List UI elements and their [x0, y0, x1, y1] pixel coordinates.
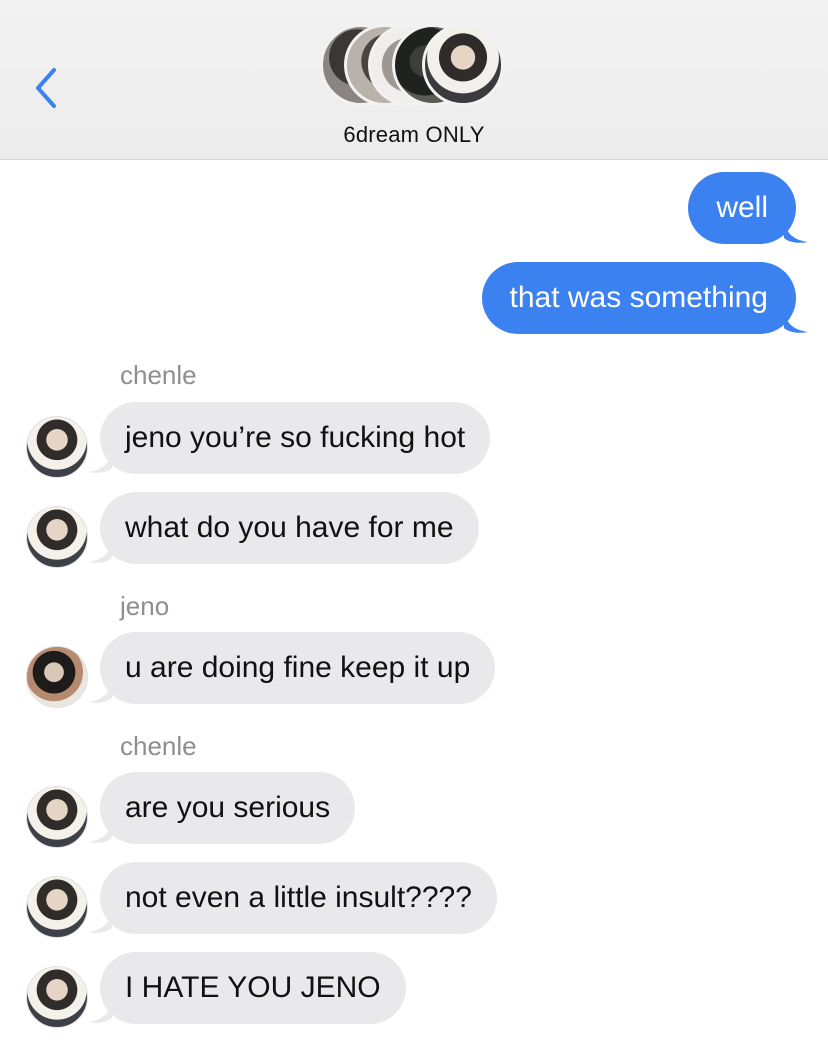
group-avatar-stack[interactable]	[320, 24, 510, 108]
incoming-message[interactable]: I HATE YOU JENO	[88, 952, 406, 1024]
group-title[interactable]: 6dream ONLY	[0, 122, 828, 148]
member-avatar	[422, 24, 504, 106]
message-text: u are doing fine keep it up	[125, 651, 471, 684]
incoming-message[interactable]: not even a little insult????	[88, 862, 497, 934]
message-text: what do you have for me	[125, 511, 454, 544]
message-text: that was something	[509, 281, 768, 314]
contact-avatar[interactable]	[26, 416, 88, 478]
message-text: not even a little insult????	[125, 881, 472, 914]
bubble-tail	[88, 680, 112, 703]
bubble-tail	[88, 450, 112, 473]
sender-name: chenle	[120, 360, 197, 390]
bubble-tail	[88, 910, 112, 933]
bubble-tail	[784, 220, 808, 243]
contact-avatar[interactable]	[26, 876, 88, 938]
message-text: are you serious	[125, 791, 331, 824]
contact-avatar[interactable]	[26, 646, 88, 708]
message-text: well	[716, 191, 768, 224]
chevron-left-icon	[36, 68, 56, 108]
incoming-message[interactable]: what do you have for me	[88, 492, 479, 564]
message-text: I HATE YOU JENO	[125, 971, 381, 1004]
conversation-header: 6dream ONLY	[0, 0, 828, 160]
back-button[interactable]	[30, 64, 66, 112]
outgoing-message[interactable]: well	[688, 172, 808, 244]
incoming-message[interactable]: u are doing fine keep it up	[88, 632, 496, 704]
contact-avatar[interactable]	[26, 506, 88, 568]
sender-name: chenle	[120, 731, 197, 761]
bubble-tail	[88, 540, 112, 563]
bubble-tail	[784, 310, 808, 333]
incoming-message[interactable]: jeno you’re so fucking hot	[88, 402, 491, 474]
contact-avatar[interactable]	[26, 966, 88, 1028]
sender-name: jeno	[120, 591, 170, 621]
contact-avatar[interactable]	[26, 786, 88, 848]
bubble-tail	[88, 1000, 112, 1023]
incoming-message[interactable]: are you serious	[88, 772, 356, 844]
bubble-tail	[88, 820, 112, 843]
message-text: jeno you’re so fucking hot	[125, 421, 466, 454]
outgoing-message[interactable]: that was something	[481, 262, 808, 334]
